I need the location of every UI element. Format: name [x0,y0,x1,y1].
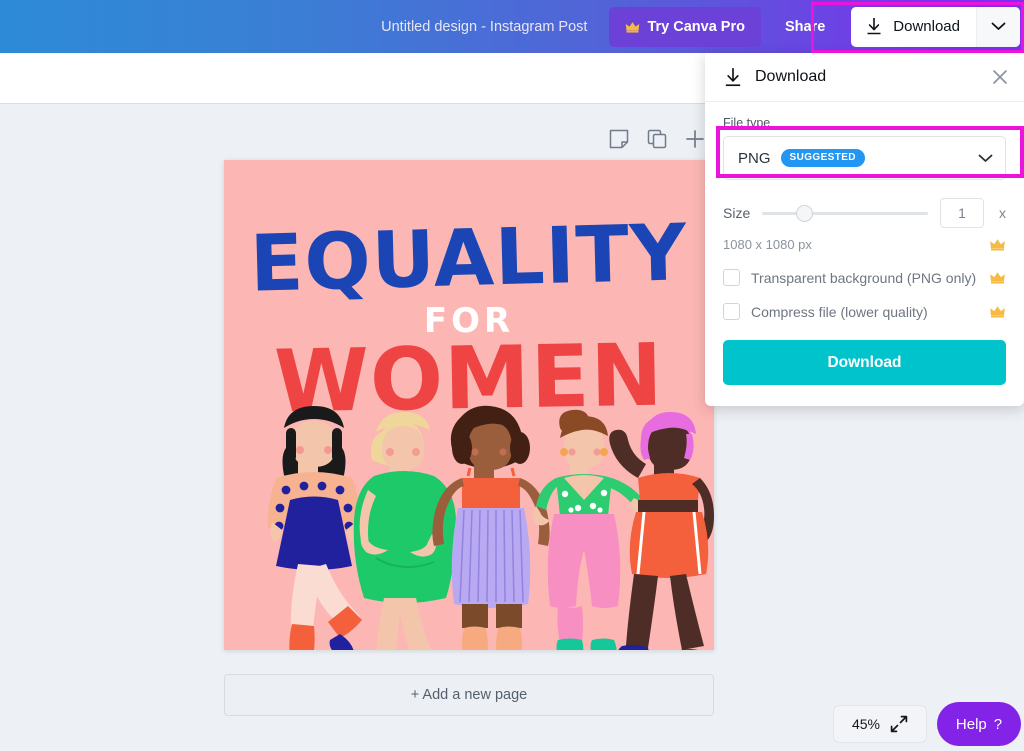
download-arrow-icon [867,18,881,35]
download-panel: Download File type PNG SUGGESTED Size 1 … [705,53,1024,406]
document-title: Untitled design - Instagram Post [381,18,588,35]
dimensions-text: 1080 x 1080 px [723,237,812,252]
download-button[interactable]: Download [851,7,976,47]
size-label: Size [723,205,751,221]
crown-icon [626,21,640,33]
page-tools [608,128,706,150]
design-artwork: EQUALITY FOR WOMEN [224,160,714,650]
size-row: Size 1 x [723,198,1006,228]
zoom-level-value: 45% [851,716,881,732]
compress-file-label: Compress file (lower quality) [751,303,928,320]
sticky-note-icon[interactable] [608,128,630,150]
add-new-page-button[interactable]: + Add a new page [224,674,714,716]
chevron-down-icon [991,22,1006,30]
design-page[interactable]: EQUALITY FOR WOMEN [224,160,714,650]
transparent-background-label: Transparent background (PNG only) [751,269,977,286]
download-arrow-icon [725,67,741,86]
transparent-background-checkbox[interactable] [723,269,740,286]
add-new-page-label: + Add a new page [410,687,528,703]
download-label: Download [893,18,960,35]
canva-editor: Untitled design - Instagram Post Try Can… [0,0,1024,751]
download-panel-body: File type PNG SUGGESTED Size 1 x 1080 x … [705,102,1024,320]
try-canva-pro-button[interactable]: Try Canva Pro [609,6,761,47]
help-question-mark: ? [993,715,1003,733]
headline-equality: EQUALITY [249,208,689,309]
file-type-label: File type [723,116,771,130]
crown-icon [990,306,1005,318]
compress-file-row: Compress file (lower quality) [723,303,1006,320]
help-button[interactable]: Help ? [937,702,1021,746]
duplicate-page-icon[interactable] [646,128,668,150]
download-panel-title: Download [755,68,827,85]
download-button-group: Download [851,6,1020,47]
chevron-down-icon [978,154,993,162]
size-input[interactable]: 1 [940,198,984,228]
dimensions-row: 1080 x 1080 px [723,237,1006,252]
download-dropdown-toggle[interactable] [976,6,1020,47]
help-label: Help [955,715,987,733]
file-type-value: PNG [738,149,771,167]
top-bar: Untitled design - Instagram Post Try Can… [0,0,1024,53]
crown-icon [990,272,1005,284]
plus-icon[interactable] [684,128,706,150]
file-type-select[interactable]: PNG SUGGESTED [723,136,1006,180]
size-slider-handle[interactable] [795,204,813,222]
size-input-value: 1 [958,205,966,221]
panel-download-label: Download [827,353,902,371]
zoom-control[interactable]: 45% [833,705,927,743]
transparent-background-row: Transparent background (PNG only) [723,269,1006,286]
compress-file-checkbox[interactable] [723,303,740,320]
crown-icon [990,239,1005,251]
fullscreen-expand-icon[interactable] [890,715,908,733]
suggested-badge: SUGGESTED [780,149,865,167]
close-x-icon[interactable] [990,67,1010,87]
size-unit: x [999,205,1006,221]
panel-download-button[interactable]: Download [723,340,1006,385]
share-label: Share [784,18,826,35]
size-slider[interactable] [762,204,928,222]
try-canva-pro-label: Try Canva Pro [647,18,745,35]
share-button[interactable]: Share [769,7,841,47]
download-panel-header: Download [705,53,1024,102]
